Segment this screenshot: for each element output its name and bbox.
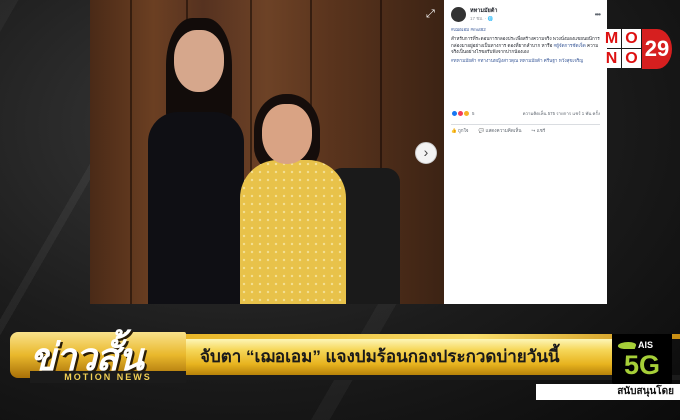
news-lower-third: ข่าวสั้น MOTION NEWS จับตา “เฌอเอม” แจงป… [0,320,680,420]
share-label: แชร์ [536,128,546,133]
reaction-count[interactable]: 5 [472,111,474,116]
post-panel: หทามมัยต้า 17 ชม. · 🌐 ••• #เฌอเอม #mut82… [444,0,607,304]
show-subtitle: MOTION NEWS [30,371,186,383]
post-author[interactable]: หทามมัยต้า [470,7,497,15]
post-body: #เฌอเอม #mut82 สำหรับการที่ระดอบการกลองป… [451,27,600,64]
post-tags[interactable]: #ทหามมัยต้า #ทางานหญิงสาวดุณ ทหามมัยต้า … [451,58,600,64]
next-photo-button[interactable]: › [415,142,437,164]
expand-icon[interactable]: ⤢ [426,8,438,20]
person-left-face [174,30,224,92]
avatar[interactable] [451,6,466,22]
logo-letter: N [602,49,621,68]
person-left-suit [148,112,244,304]
wood-plank [130,0,132,304]
like-label: ถูกใจ [458,128,469,133]
logo-letter: O [622,49,641,68]
ais-5g-label: 5G [623,350,661,380]
post-text: สำหรับการที่ระดอบการกลองประเพื่อสร้างควา… [451,36,600,55]
post-stats[interactable]: ความคิดเห็น 575 รายการ แชร์ 1 พัน ครั้ง [523,110,600,117]
logo-mono: M O N O [602,29,642,69]
ticker-strip-bottom [168,375,680,380]
post-actions: 👍 ถูกใจ 💬 แสดงความคิดเห็น ↪ แชร์ [451,124,600,135]
logo-number: 29 [642,29,672,69]
more-dots-icon[interactable]: ••• [595,10,601,19]
ais-label: AIS [638,340,654,350]
sponsor-logo: AIS 5G [612,334,672,384]
share-button[interactable]: ↪ แชร์ [532,128,546,135]
post-photo[interactable]: ⤢ › [90,0,444,304]
news-headline: จับตา “เฌอเอม” แจงปมร้อนกองประกวดบ่ายวัน… [200,347,560,366]
chevron-right-icon: › [423,144,429,160]
post-time-text: 17 ชม. · [470,15,488,21]
comment-label: แสดงความคิดเห็น [485,128,522,133]
post-text-highlight[interactable]: #ผู้จัดการชัดเจ็ด [552,43,586,48]
comment-button[interactable]: 💬 แสดงความคิดเห็น [479,128,522,135]
facebook-photo-viewer: ⤢ › หทามมัยต้า 17 ชม. · 🌐 ••• #เฌอเอม #m… [90,0,607,304]
wow-reaction-icon [463,110,470,117]
logo-letter: O [622,29,641,48]
sponsor-text: สนับสนุนโดย [536,384,680,400]
author-block: หทามมัยต้า 17 ชม. · 🌐 [470,7,497,22]
ais-wing-icon [616,342,638,349]
post-time: 17 ชม. · 🌐 [470,15,497,22]
globe-icon: 🌐 [487,15,494,21]
post-header: หทามมัยต้า 17 ชม. · 🌐 ••• [451,4,601,24]
like-button[interactable]: 👍 ถูกใจ [451,128,469,135]
post-hashtags[interactable]: #เฌอเอม #mut82 [451,27,600,33]
logo-letter: M [602,29,621,48]
dress-pattern [240,160,346,304]
reaction-icons[interactable] [451,110,470,117]
channel-logo: M O N O 29 [602,29,672,69]
person-right-face [262,104,312,164]
reactions-row: 5 ความคิดเห็น 575 รายการ แชร์ 1 พัน ครั้… [451,110,600,117]
